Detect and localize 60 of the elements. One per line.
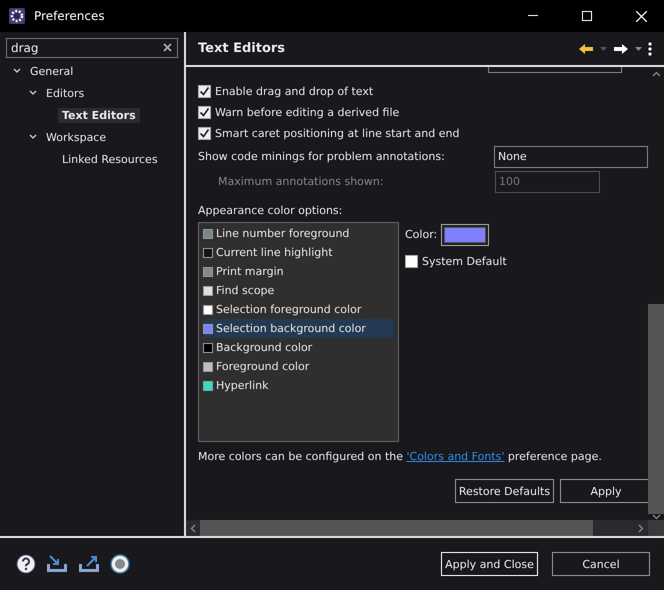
color-list-item[interactable]: Find scope: [203, 281, 394, 300]
tree-item[interactable]: Editors: [42, 86, 88, 100]
color-list-item[interactable]: Current line highlight: [203, 243, 394, 262]
page-title: Text Editors: [198, 41, 286, 56]
color-picker-button[interactable]: [441, 224, 490, 246]
maximize-icon[interactable]: [582, 11, 592, 21]
color-list-item[interactable]: Print margin: [203, 262, 394, 281]
color-list-item[interactable]: Background color: [203, 338, 394, 357]
color-list-item[interactable]: Selection background color: [203, 319, 394, 338]
color-list-item[interactable]: Selection foreground color: [203, 300, 394, 319]
checkbox-label: System Default: [422, 255, 507, 268]
color-list-item[interactable]: Hyperlink: [203, 376, 394, 395]
dropdown-icon[interactable]: [635, 46, 642, 50]
tree-item[interactable]: Linked Resources: [58, 152, 162, 166]
record-icon[interactable]: [110, 554, 130, 574]
horizontal-scrollbar[interactable]: [186, 520, 648, 536]
color-list-item[interactable]: Foreground color: [203, 357, 394, 376]
checkbox-label: Smart caret positioning at line start and end: [215, 127, 460, 140]
scrollbar-corner: [648, 520, 664, 536]
field-label: Maximum annotations shown:: [218, 175, 384, 188]
filter-field[interactable]: drag: [6, 38, 178, 58]
dropdown-field[interactable]: None: [494, 146, 648, 168]
tree-item[interactable]: Text Editors: [58, 108, 140, 122]
info-text: More colors can be configured on the 'Colors and Fonts' preference page.: [198, 450, 603, 463]
input-field[interactable]: [488, 67, 622, 73]
apply-and-close-button[interactable]: Apply and Close: [441, 552, 538, 576]
checkbox[interactable]: [198, 85, 211, 98]
restore-defaults-button[interactable]: Restore Defaults: [455, 479, 554, 503]
minimize-icon[interactable]: [528, 15, 538, 17]
clear-icon[interactable]: [163, 43, 172, 52]
help-icon[interactable]: [16, 554, 36, 574]
checkmark-icon: [199, 128, 210, 139]
window-title: Preferences: [34, 9, 106, 23]
scroll-up-icon[interactable]: [652, 71, 660, 77]
checkmark-icon: [199, 86, 210, 97]
checkbox-label: Warn before editing a derived file: [215, 106, 400, 119]
scroll-left-icon[interactable]: [190, 524, 196, 532]
app-gear-icon: [8, 7, 26, 25]
scroll-right-icon[interactable]: [638, 524, 644, 532]
color-label: Color:: [405, 228, 438, 241]
checkmark-icon: [199, 107, 210, 118]
back-arrow-icon[interactable]: [578, 42, 594, 54]
section-label: Appearance color options:: [198, 204, 342, 217]
forward-arrow-icon[interactable]: [613, 42, 629, 54]
checkbox[interactable]: [198, 106, 211, 119]
more-menu-icon[interactable]: [648, 42, 652, 56]
checkbox-label: Enable drag and drop of text: [215, 85, 374, 98]
checkbox[interactable]: [198, 127, 211, 140]
export-icon[interactable]: [78, 555, 100, 573]
field-label: Show code minings for problem annotations:: [198, 150, 445, 163]
close-icon[interactable]: [636, 10, 646, 22]
colors-and-fonts-link[interactable]: 'Colors and Fonts': [406, 450, 504, 463]
apply-button[interactable]: Apply: [560, 479, 648, 503]
cancel-button[interactable]: Cancel: [552, 552, 650, 576]
color-list-item[interactable]: Line number foreground: [203, 224, 394, 243]
tree-item[interactable]: General: [26, 64, 78, 78]
checkbox[interactable]: [405, 255, 418, 268]
import-icon[interactable]: [46, 555, 68, 573]
tree-item[interactable]: Workspace: [42, 130, 110, 144]
scroll-down-icon[interactable]: [652, 514, 660, 520]
